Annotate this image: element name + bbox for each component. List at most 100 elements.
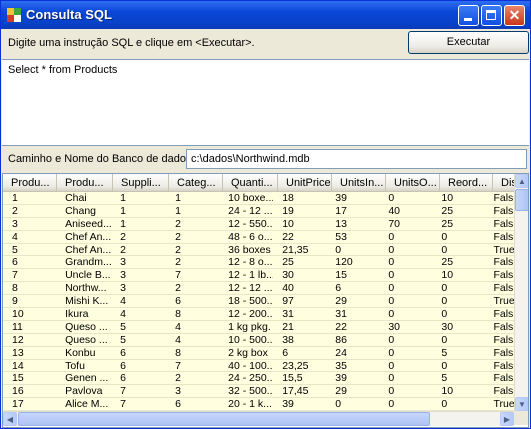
- table-cell[interactable]: Fals: [484, 372, 514, 385]
- table-cell[interactable]: 12 - 200...: [219, 308, 273, 320]
- table-cell[interactable]: 6: [273, 347, 326, 359]
- table-cell[interactable]: 5: [432, 372, 484, 385]
- table-cell[interactable]: 10: [432, 385, 484, 397]
- table-cell[interactable]: 39: [326, 192, 379, 204]
- table-cell[interactable]: 1: [166, 205, 219, 217]
- table-cell[interactable]: 12 - 550...: [219, 218, 273, 230]
- table-cell[interactable]: 0: [379, 308, 432, 320]
- table-cell[interactable]: 17: [3, 398, 56, 410]
- table-row[interactable]: 3 Aniseed... 1 2 12 - 550... 10 13 70 25 Fals: [3, 217, 514, 231]
- table-cell[interactable]: 21,35: [273, 244, 326, 256]
- table-cell[interactable]: 5: [111, 321, 166, 333]
- table-cell[interactable]: 53: [326, 231, 379, 243]
- table-cell[interactable]: Fals: [484, 205, 514, 217]
- table-cell[interactable]: Chai: [56, 192, 111, 204]
- table-cell[interactable]: 2 kg box: [219, 347, 273, 359]
- table-cell[interactable]: Chef An...: [56, 231, 111, 243]
- table-cell[interactable]: 0: [379, 231, 432, 243]
- scroll-right-icon[interactable]: ▶: [500, 412, 514, 426]
- title-bar[interactable]: Consulta SQL ✕: [1, 1, 530, 29]
- table-cell[interactable]: 2: [111, 231, 166, 243]
- table-cell[interactable]: 4: [166, 334, 219, 346]
- table-cell[interactable]: 17: [326, 205, 379, 217]
- table-cell[interactable]: 12 - 12 ...: [219, 282, 273, 294]
- table-row[interactable]: 7 Uncle B... 3 7 12 - 1 lb... 30 15 0 10 Fals: [3, 269, 514, 283]
- table-cell[interactable]: 0: [326, 398, 379, 410]
- vertical-scroll-thumb[interactable]: [515, 189, 528, 211]
- table-row[interactable]: 4 Chef An... 2 2 48 - 6 o... 22 53 0 0 Fals: [3, 230, 514, 244]
- table-cell[interactable]: 0: [326, 244, 379, 256]
- table-cell[interactable]: 120: [326, 256, 379, 269]
- table-row[interactable]: 11 Queso ... 5 4 1 kg pkg. 21 22 30 30 Fals: [3, 320, 514, 334]
- table-cell[interactable]: 36 boxes: [219, 244, 273, 256]
- table-cell[interactable]: 6: [111, 347, 166, 359]
- table-cell[interactable]: Genen ...: [56, 372, 111, 385]
- vertical-scrollbar[interactable]: ▲ ▼: [514, 174, 528, 411]
- sql-query-textarea[interactable]: Select * from Products: [2, 59, 529, 146]
- table-row[interactable]: 17 Alice M... 7 6 20 - 1 k... 39 0 0 0 True: [3, 398, 514, 411]
- table-cell[interactable]: 40: [273, 282, 326, 294]
- table-cell[interactable]: 4: [111, 295, 166, 307]
- table-cell[interactable]: Fals: [484, 360, 514, 372]
- table-cell[interactable]: 3: [3, 218, 56, 230]
- table-cell[interactable]: Chef An...: [56, 244, 111, 256]
- table-cell[interactable]: 30: [273, 269, 326, 281]
- table-cell[interactable]: 21: [273, 321, 326, 333]
- table-cell[interactable]: True: [484, 244, 514, 256]
- table-cell[interactable]: 40: [379, 205, 432, 217]
- table-cell[interactable]: 39: [326, 372, 379, 385]
- table-cell[interactable]: 10: [432, 192, 484, 204]
- table-cell[interactable]: 8: [3, 282, 56, 294]
- column-header[interactable]: Quanti...: [223, 174, 278, 192]
- table-cell[interactable]: 18: [273, 192, 326, 204]
- table-cell[interactable]: 97: [273, 295, 326, 307]
- table-cell[interactable]: 24 - 12 ...: [219, 205, 273, 217]
- table-cell[interactable]: 0: [379, 282, 432, 294]
- table-cell[interactable]: 7: [111, 385, 166, 397]
- table-cell[interactable]: 23,25: [273, 360, 326, 372]
- table-cell[interactable]: 12 - 8 o...: [219, 256, 273, 269]
- table-cell[interactable]: 24: [326, 347, 379, 359]
- table-cell[interactable]: 31: [326, 308, 379, 320]
- table-cell[interactable]: 0: [379, 269, 432, 281]
- column-header[interactable]: Produ...: [57, 174, 113, 192]
- table-cell[interactable]: 0: [432, 308, 484, 320]
- table-cell[interactable]: 1: [111, 192, 166, 204]
- table-cell[interactable]: Fals: [484, 256, 514, 269]
- table-cell[interactable]: 8: [166, 308, 219, 320]
- table-cell[interactable]: 6: [166, 295, 219, 307]
- table-cell[interactable]: 0: [432, 244, 484, 256]
- table-cell[interactable]: 15: [326, 269, 379, 281]
- table-row[interactable]: 15 Genen ... 6 2 24 - 250... 15,5 39 0 5 Fals: [3, 372, 514, 386]
- table-cell[interactable]: 38: [273, 334, 326, 346]
- table-cell[interactable]: 30: [379, 321, 432, 333]
- table-cell[interactable]: Grandm...: [56, 256, 111, 269]
- table-cell[interactable]: Pavlova: [56, 385, 111, 397]
- table-cell[interactable]: 4: [111, 308, 166, 320]
- table-cell[interactable]: Fals: [484, 231, 514, 243]
- table-cell[interactable]: 7: [3, 269, 56, 281]
- table-cell[interactable]: 5: [3, 244, 56, 256]
- table-cell[interactable]: Chang: [56, 205, 111, 217]
- table-row[interactable]: 10 Ikura 4 8 12 - 200... 31 31 0 0 Fals: [3, 308, 514, 321]
- column-header[interactable]: Categ...: [169, 174, 223, 192]
- table-row[interactable]: 9 Mishi K... 4 6 18 - 500... 97 29 0 0 True: [3, 295, 514, 309]
- table-cell[interactable]: 3: [111, 282, 166, 294]
- table-cell[interactable]: 0: [432, 295, 484, 307]
- table-cell[interactable]: True: [484, 398, 514, 410]
- table-cell[interactable]: 0: [432, 282, 484, 294]
- table-cell[interactable]: 25: [432, 205, 484, 217]
- table-cell[interactable]: Tofu: [56, 360, 111, 372]
- table-cell[interactable]: 0: [379, 347, 432, 359]
- table-cell[interactable]: 30: [432, 321, 484, 333]
- table-cell[interactable]: 0: [432, 231, 484, 243]
- table-cell[interactable]: 0: [379, 192, 432, 204]
- table-cell[interactable]: 11: [3, 321, 56, 333]
- table-cell[interactable]: 1: [166, 192, 219, 204]
- table-cell[interactable]: 0: [432, 398, 484, 410]
- column-header[interactable]: UnitPrice: [278, 174, 332, 192]
- table-cell[interactable]: 6: [166, 398, 219, 410]
- table-cell[interactable]: 6: [111, 372, 166, 385]
- table-cell[interactable]: 31: [273, 308, 326, 320]
- table-cell[interactable]: Mishi K...: [56, 295, 111, 307]
